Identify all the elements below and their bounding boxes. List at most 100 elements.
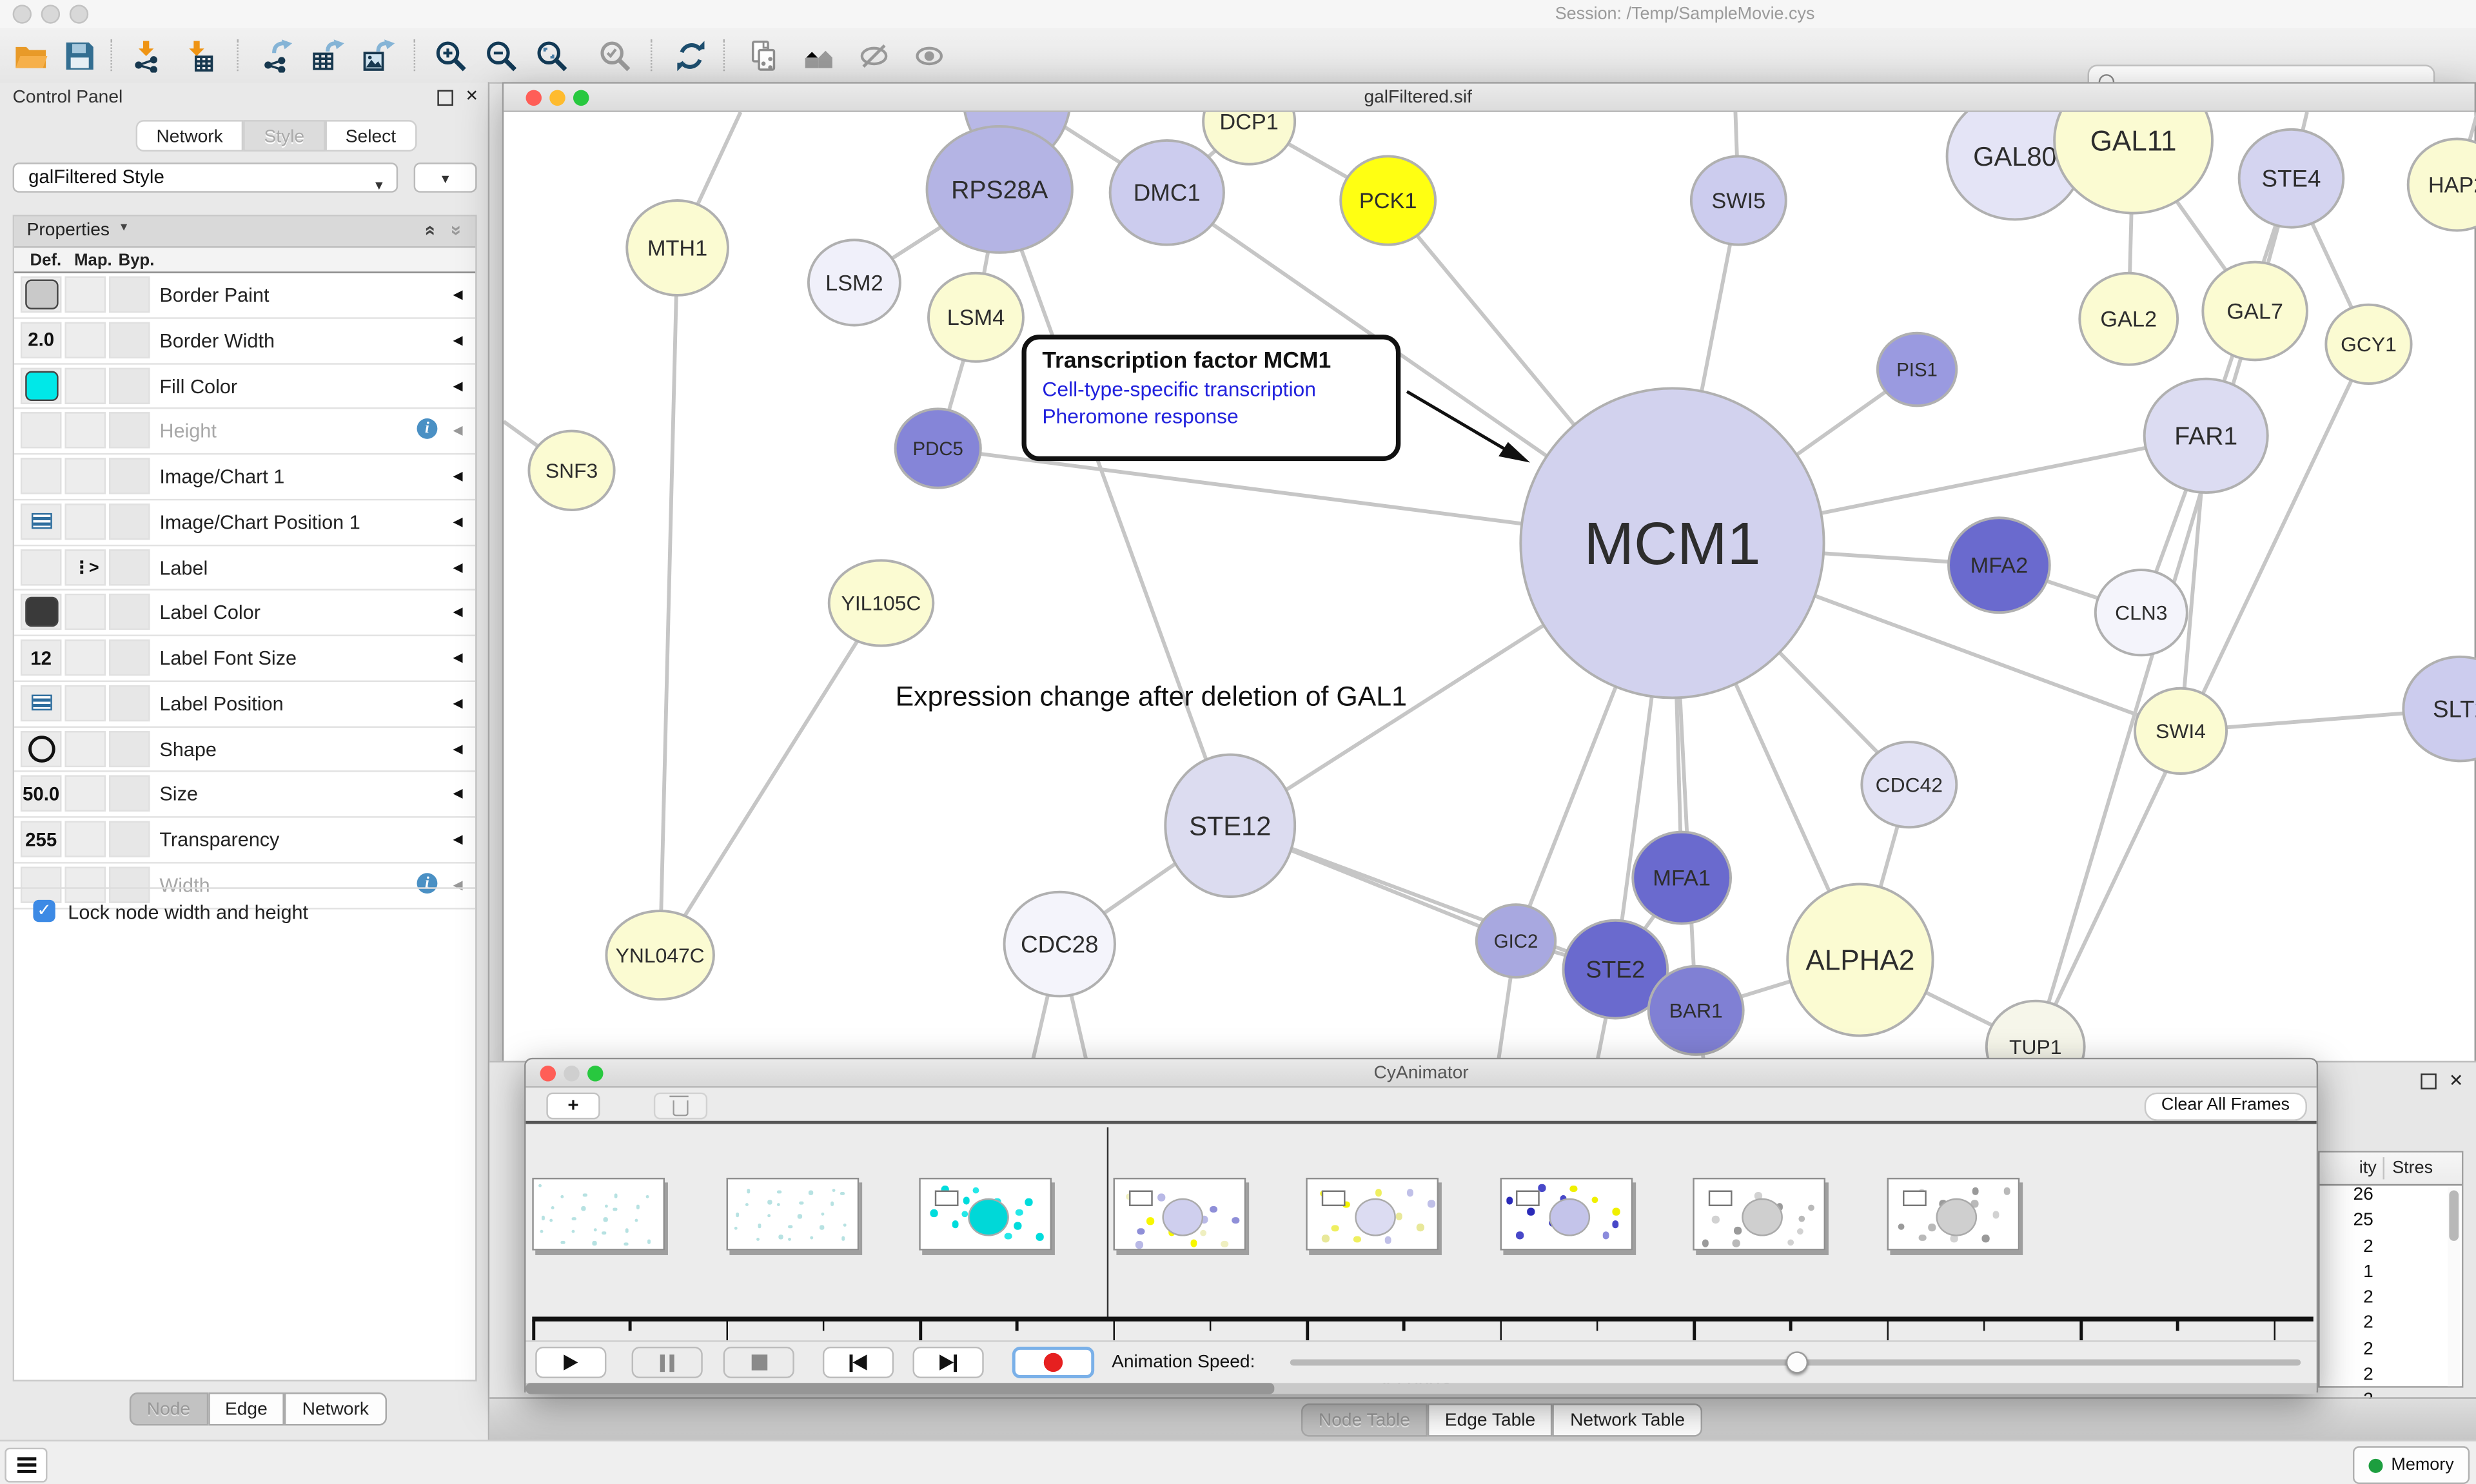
column-stress[interactable]: Stres xyxy=(2392,1159,2433,1178)
property-row-border-width[interactable]: 2.0Border Width◀ xyxy=(14,318,475,364)
property-row-transparency[interactable]: 255Transparency◀ xyxy=(14,818,475,863)
playhead[interactable] xyxy=(1106,1128,1108,1318)
default-value[interactable]: 2.0 xyxy=(28,329,54,351)
expand-all-icon[interactable]: » xyxy=(418,225,440,235)
network-window-titlebar[interactable]: galFiltered.sif xyxy=(504,84,2474,112)
tab-node[interactable]: Node xyxy=(130,1392,208,1425)
frame-thumbnail-5[interactable] xyxy=(1499,1178,1632,1251)
table-vertical-scrollbar[interactable] xyxy=(2448,1187,2461,1387)
tab-edge[interactable]: Edge xyxy=(208,1392,285,1425)
minimize-icon[interactable] xyxy=(564,1066,579,1081)
property-row-label-position[interactable]: Label Position◀ xyxy=(14,681,475,727)
slider-thumb[interactable] xyxy=(1785,1351,1807,1373)
add-frame-button[interactable]: + xyxy=(546,1093,600,1120)
tab-node-table[interactable]: Node Table xyxy=(1301,1403,1428,1436)
save-session-icon[interactable] xyxy=(59,35,100,76)
info-icon[interactable]: i xyxy=(417,419,438,440)
zoom-in-icon[interactable] xyxy=(429,35,471,76)
style-options-button[interactable]: ▼ xyxy=(414,162,477,193)
tab-network[interactable]: Network xyxy=(136,120,244,151)
properties-header[interactable]: Properties ▼ » » xyxy=(14,217,475,248)
float-panel-icon[interactable] xyxy=(2421,1073,2436,1088)
table-row[interactable]: 2 xyxy=(2320,1237,2462,1263)
default-swatch[interactable] xyxy=(25,370,57,400)
property-row-image-chart-position-1[interactable]: Image/Chart Position 1◀ xyxy=(14,500,475,545)
float-panel-icon[interactable] xyxy=(437,90,453,106)
default-value[interactable]: 50.0 xyxy=(23,783,59,805)
column-divider[interactable] xyxy=(2383,1157,2384,1179)
network-edge[interactable] xyxy=(999,190,1230,826)
task-history-button[interactable] xyxy=(5,1448,47,1483)
close-panel-icon[interactable]: ✕ xyxy=(465,90,478,106)
first-neighbors-icon[interactable] xyxy=(798,35,839,76)
property-row-image-chart-1[interactable]: Image/Chart 1◀ xyxy=(14,454,475,500)
zoom-fit-icon[interactable] xyxy=(531,35,572,76)
frame-thumbnail-0[interactable] xyxy=(532,1178,665,1251)
export-network-icon[interactable] xyxy=(256,35,297,76)
property-row-label-color[interactable]: Label Color◀ xyxy=(14,591,475,636)
expand-property-icon[interactable]: ◀ xyxy=(453,424,462,438)
network-edge[interactable] xyxy=(660,248,678,955)
import-table-icon[interactable] xyxy=(177,35,218,76)
expand-property-icon[interactable]: ◀ xyxy=(453,605,462,620)
zoom-icon[interactable] xyxy=(587,1066,603,1081)
cyanimator-titlebar[interactable]: CyAnimator xyxy=(526,1059,2317,1088)
minimize-icon[interactable] xyxy=(549,90,565,106)
close-panel-icon[interactable]: ✕ xyxy=(2449,1070,2464,1091)
property-row-label-font-size[interactable]: 12Label Font Size◀ xyxy=(14,636,475,681)
frame-thumbnail-6[interactable] xyxy=(1693,1178,1825,1251)
refresh-view-icon[interactable] xyxy=(669,35,711,76)
annotation-link[interactable]: Cell-type-specific transcription xyxy=(1042,377,1380,401)
clear-all-frames-button[interactable]: Clear All Frames xyxy=(2144,1093,2307,1121)
property-row-size[interactable]: 50.0Size◀ xyxy=(14,772,475,817)
skip-to-end-button[interactable] xyxy=(913,1347,984,1378)
column-ity[interactable]: ity xyxy=(2320,1159,2377,1178)
record-button[interactable] xyxy=(1012,1347,1094,1378)
table-row[interactable]: 1 xyxy=(2320,1263,2462,1289)
expand-property-icon[interactable]: ◀ xyxy=(453,514,462,529)
property-row-height[interactable]: Heighti◀ xyxy=(14,409,475,454)
property-row-label[interactable]: ⋮>Label◀ xyxy=(14,545,475,591)
tab-edge-table[interactable]: Edge Table xyxy=(1428,1403,1553,1436)
tab-style[interactable]: Style xyxy=(244,120,325,151)
expand-property-icon[interactable]: ◀ xyxy=(453,560,462,574)
animation-speed-slider[interactable] xyxy=(1290,1360,2301,1366)
default-value[interactable]: 255 xyxy=(25,828,57,850)
tab-network-style[interactable]: Network xyxy=(285,1392,386,1425)
frame-thumbnail-7[interactable] xyxy=(1886,1178,2019,1251)
table-row[interactable]: 2 xyxy=(2320,1366,2462,1392)
table-row[interactable]: 2 xyxy=(2320,1340,2462,1366)
circle-shape-icon[interactable] xyxy=(28,735,55,762)
frame-thumbnail-3[interactable] xyxy=(1112,1178,1245,1251)
property-row-shape[interactable]: Shape◀ xyxy=(14,727,475,772)
table-row[interactable]: 25 xyxy=(2320,1211,2462,1237)
show-details-icon[interactable] xyxy=(908,35,949,76)
expand-property-icon[interactable]: ◀ xyxy=(453,333,462,347)
default-swatch[interactable] xyxy=(25,279,57,309)
pause-button[interactable] xyxy=(632,1347,703,1378)
style-selector[interactable]: galFiltered Style ▼ xyxy=(13,162,398,193)
tab-select[interactable]: Select xyxy=(325,120,417,151)
import-network-icon[interactable] xyxy=(126,35,168,76)
export-table-icon[interactable] xyxy=(306,35,348,76)
hide-details-icon[interactable] xyxy=(852,35,894,76)
expand-property-icon[interactable]: ◀ xyxy=(453,741,462,756)
stop-button[interactable] xyxy=(723,1347,794,1378)
expand-property-icon[interactable]: ◀ xyxy=(453,469,462,483)
timeline[interactable]: 0123456789 Seconds xyxy=(526,1124,2317,1341)
export-image-icon[interactable] xyxy=(357,35,398,76)
default-swatch[interactable] xyxy=(25,597,57,627)
timeline-horizontal-scrollbar[interactable] xyxy=(526,1383,2317,1394)
annotation-box[interactable]: Transcription factor MCM1 Cell-type-spec… xyxy=(1021,335,1400,461)
collapse-all-icon[interactable]: » xyxy=(446,225,468,235)
tab-network-table[interactable]: Network Table xyxy=(1553,1403,1702,1436)
mapping-icon[interactable]: ⋮> xyxy=(73,556,97,577)
expand-property-icon[interactable]: ◀ xyxy=(453,650,462,665)
table-row[interactable]: 2 xyxy=(2320,1289,2462,1314)
delete-frame-button[interactable] xyxy=(654,1093,707,1120)
property-row-fill-color[interactable]: Fill Color◀ xyxy=(14,364,475,409)
position-icon[interactable] xyxy=(31,695,52,710)
expand-property-icon[interactable]: ◀ xyxy=(453,288,462,302)
close-window-icon[interactable] xyxy=(13,5,32,23)
lock-size-checkbox[interactable]: ✓ xyxy=(33,900,55,922)
